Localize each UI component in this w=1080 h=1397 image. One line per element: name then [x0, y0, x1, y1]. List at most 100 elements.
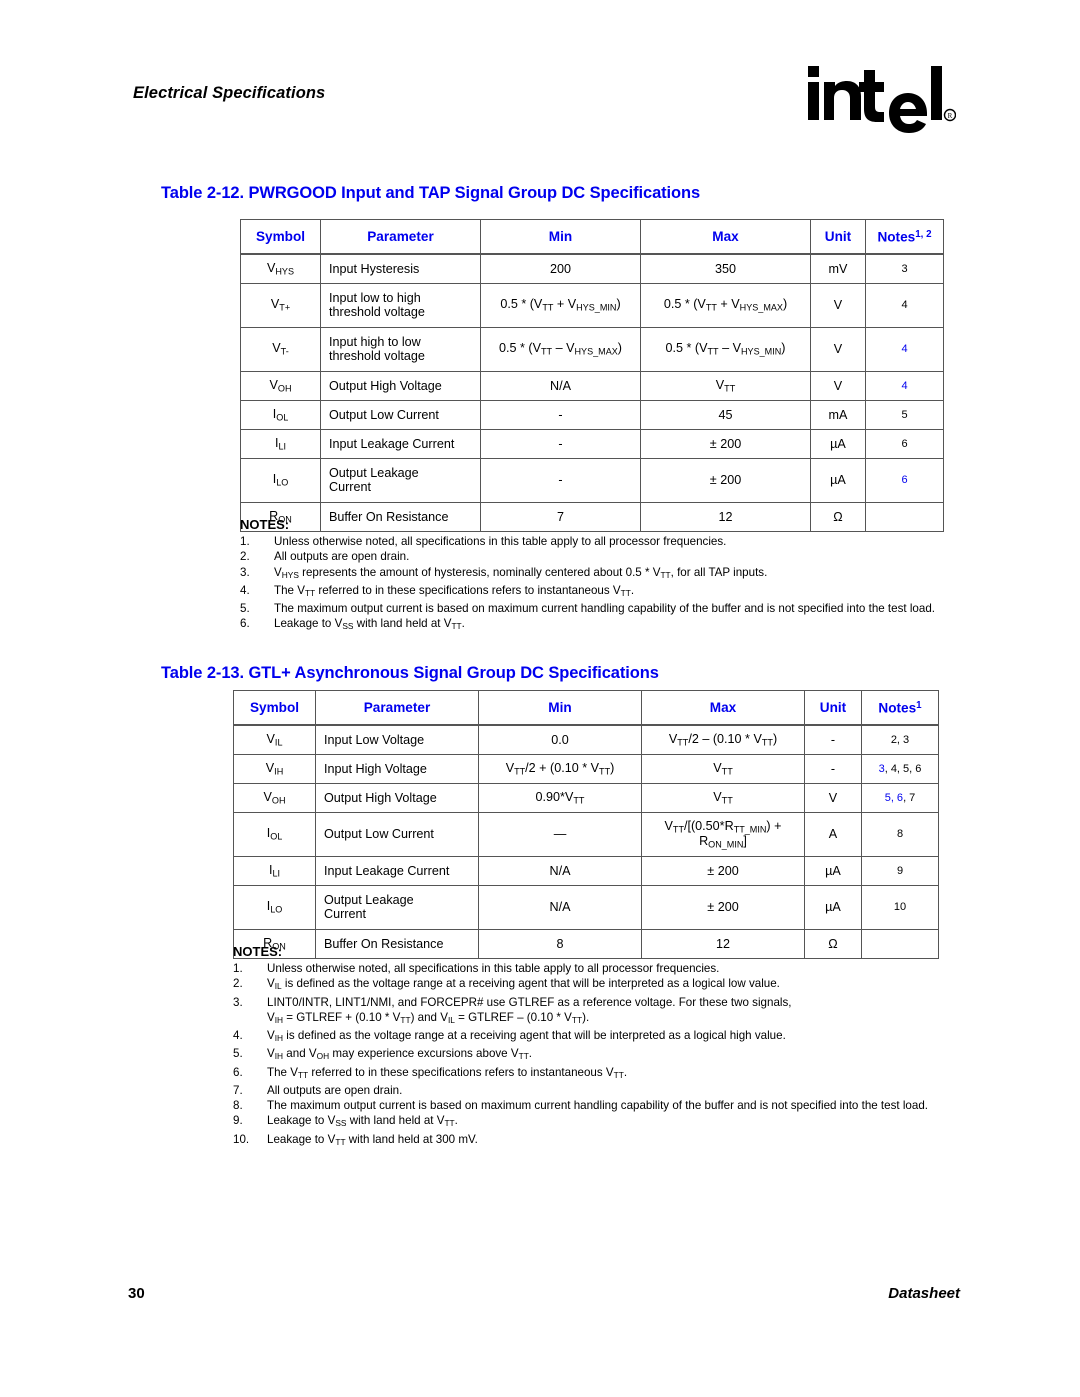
table-212: Symbol Parameter Min Max Unit Notes1, 2 …	[240, 219, 944, 532]
table-212-title: Table 2-12. PWRGOOD Input and TAP Signal…	[161, 184, 701, 202]
cell-notes: 5, 6, 7	[861, 782, 939, 813]
column-header-max: Max	[641, 690, 805, 726]
column-header-min: Min	[478, 690, 642, 726]
cell-unit: mV	[810, 253, 866, 284]
column-header-symbol: Symbol	[240, 219, 321, 255]
note-item: 3. LINT0/INTR, LINT1/NMI, and FORCEPR# u…	[233, 995, 983, 1028]
note-text: VIH is defined as the voltage range at a…	[267, 1029, 786, 1044]
cell-max: VTT	[641, 753, 805, 784]
note-text: The VTT referred to in these specificati…	[274, 583, 635, 598]
column-header-notes-label: Notes	[878, 700, 917, 716]
table-row: ILO Output Leakage Current N/A ± 200 µA 1…	[233, 884, 939, 930]
table-213: Symbol Parameter Min Max Unit Notes1 VIL…	[233, 690, 939, 959]
column-header-notes-superscript: 1, 2	[915, 228, 932, 240]
table-row: VT- Input high to low threshold voltage 0…	[240, 326, 944, 372]
cell-min: -	[480, 428, 641, 459]
footer-document-type: Datasheet	[888, 1285, 960, 1302]
cell-parameter: Input High Voltage	[315, 753, 479, 784]
table-row: VIH Input High Voltage VTT/2 + (0.10 * V…	[233, 753, 939, 784]
datasheet-page: Electrical Specifications R Table 2-12. …	[0, 0, 1080, 1397]
cell-parameter: Output Low Current	[315, 811, 479, 857]
cell-notes: 8	[861, 811, 939, 857]
footer-page-number: 30	[128, 1285, 145, 1302]
note-item: 9. Leakage to VSS with land held at VTT.	[233, 1113, 983, 1131]
cell-notes: 4	[865, 282, 944, 328]
cell-max: 350	[640, 253, 811, 284]
cell-symbol: ILO	[240, 457, 321, 503]
column-header-symbol: Symbol	[233, 690, 316, 726]
cell-parameter: Output Low Current	[320, 399, 481, 430]
cell-min: 0.90*VTT	[478, 782, 642, 813]
cell-symbol: ILO	[233, 884, 316, 930]
cell-min: 0.5 * (VTT – VHYS_MAX)	[480, 326, 641, 372]
column-header-notes-label: Notes	[877, 229, 916, 245]
table-row: IOL Output Low Current - 45 mA 5	[240, 399, 944, 430]
column-header-parameter: Parameter	[320, 219, 481, 255]
cell-notes: 9	[861, 855, 939, 886]
cell-symbol: VIH	[233, 753, 316, 784]
cell-unit: -	[804, 753, 862, 784]
cell-min: -	[480, 399, 641, 430]
column-header-unit: Unit	[804, 690, 862, 726]
cell-unit: µA	[804, 855, 862, 886]
column-header-notes: Notes1	[861, 690, 939, 726]
cell-notes: 2, 3	[861, 724, 939, 755]
cell-min: -	[480, 457, 641, 503]
table-213-title: Table 2-13. GTL+ Asynchronous Signal Gro…	[161, 664, 659, 682]
note-text: VIL is defined as the voltage range at a…	[267, 977, 780, 992]
cell-symbol: VHYS	[240, 253, 321, 284]
note-item: 4. The VTT referred to in these specific…	[240, 583, 980, 601]
note-item: 5. The maximum output current is based o…	[240, 602, 935, 616]
note-item: 2. All outputs are open drain.	[240, 550, 410, 564]
note-item: 1. Unless otherwise noted, all specifica…	[240, 535, 727, 549]
cell-notes: 4	[865, 326, 944, 372]
cell-max: 0.5 * (VTT + VHYS_MAX)	[640, 282, 811, 328]
cell-notes: 6	[865, 457, 944, 503]
note-item: 1. Unless otherwise noted, all specifica…	[233, 962, 720, 976]
cell-max: ± 200	[641, 884, 805, 930]
cell-max: ± 200	[640, 428, 811, 459]
cell-unit: V	[810, 282, 866, 328]
note-item: 4. VIH is defined as the voltage range a…	[233, 1028, 983, 1046]
column-header-notes: Notes1, 2	[865, 219, 944, 255]
table-row: VOH Output High Voltage 0.90*VTT VTT V 5…	[233, 782, 939, 813]
cell-max: ± 200	[640, 457, 811, 503]
note-item: 6. The VTT referred to in these specific…	[233, 1065, 983, 1083]
column-header-max: Max	[640, 219, 811, 255]
note-text: The VTT referred to in these specificati…	[267, 1065, 628, 1080]
table-212-notes: NOTES: 1. Unless otherwise noted, all sp…	[240, 517, 980, 635]
note-text: Leakage to VSS with land held at VTT.	[274, 617, 465, 632]
cell-max: ± 200	[641, 855, 805, 886]
table-213-notes: NOTES: 1. Unless otherwise noted, all sp…	[233, 944, 983, 1150]
cell-symbol: ILI	[233, 855, 316, 886]
cell-symbol: IOL	[233, 811, 316, 857]
note-text: Leakage to VSS with land held at VTT.	[267, 1114, 458, 1129]
table-row: ILO Output Leakage Current - ± 200 µA 6	[240, 457, 944, 503]
cell-min: VTT/2 + (0.10 * VTT)	[478, 753, 642, 784]
column-header-notes-superscript: 1	[916, 699, 922, 711]
cell-parameter: Output Leakage Current	[315, 884, 479, 930]
cell-max: VTT	[641, 782, 805, 813]
table-row: ILI Input Leakage Current N/A ± 200 µA 9	[233, 855, 939, 886]
cell-notes: 4	[865, 370, 944, 401]
table-row: VT+ Input low to high threshold voltage 0…	[240, 282, 944, 328]
note-item: 10. Leakage to VTT with land held at 300…	[233, 1132, 983, 1150]
cell-notes: 5	[865, 399, 944, 430]
cell-symbol: ILI	[240, 428, 321, 459]
cell-unit: µA	[804, 884, 862, 930]
cell-unit: µA	[810, 428, 866, 459]
cell-parameter: Input Hysteresis	[320, 253, 481, 284]
notes-heading: NOTES:	[240, 517, 290, 532]
cell-notes: 6	[865, 428, 944, 459]
table-row: ILI Input Leakage Current - ± 200 µA 6	[240, 428, 944, 459]
table-row: VHYS Input Hysteresis 200 350 mV 3	[240, 253, 944, 284]
cell-unit: mA	[810, 399, 866, 430]
note-item: 5. VIH and VOH may experience excursions…	[233, 1046, 983, 1064]
cell-max: VTT	[640, 370, 811, 401]
cell-parameter: Output High Voltage	[315, 782, 479, 813]
column-header-unit: Unit	[810, 219, 866, 255]
notes-heading: NOTES:	[233, 944, 283, 959]
cell-parameter: Input Leakage Current	[320, 428, 481, 459]
table-row: VIL Input Low Voltage 0.0 VTT/2 – (0.10 …	[233, 724, 939, 755]
cell-min: —	[478, 811, 642, 857]
